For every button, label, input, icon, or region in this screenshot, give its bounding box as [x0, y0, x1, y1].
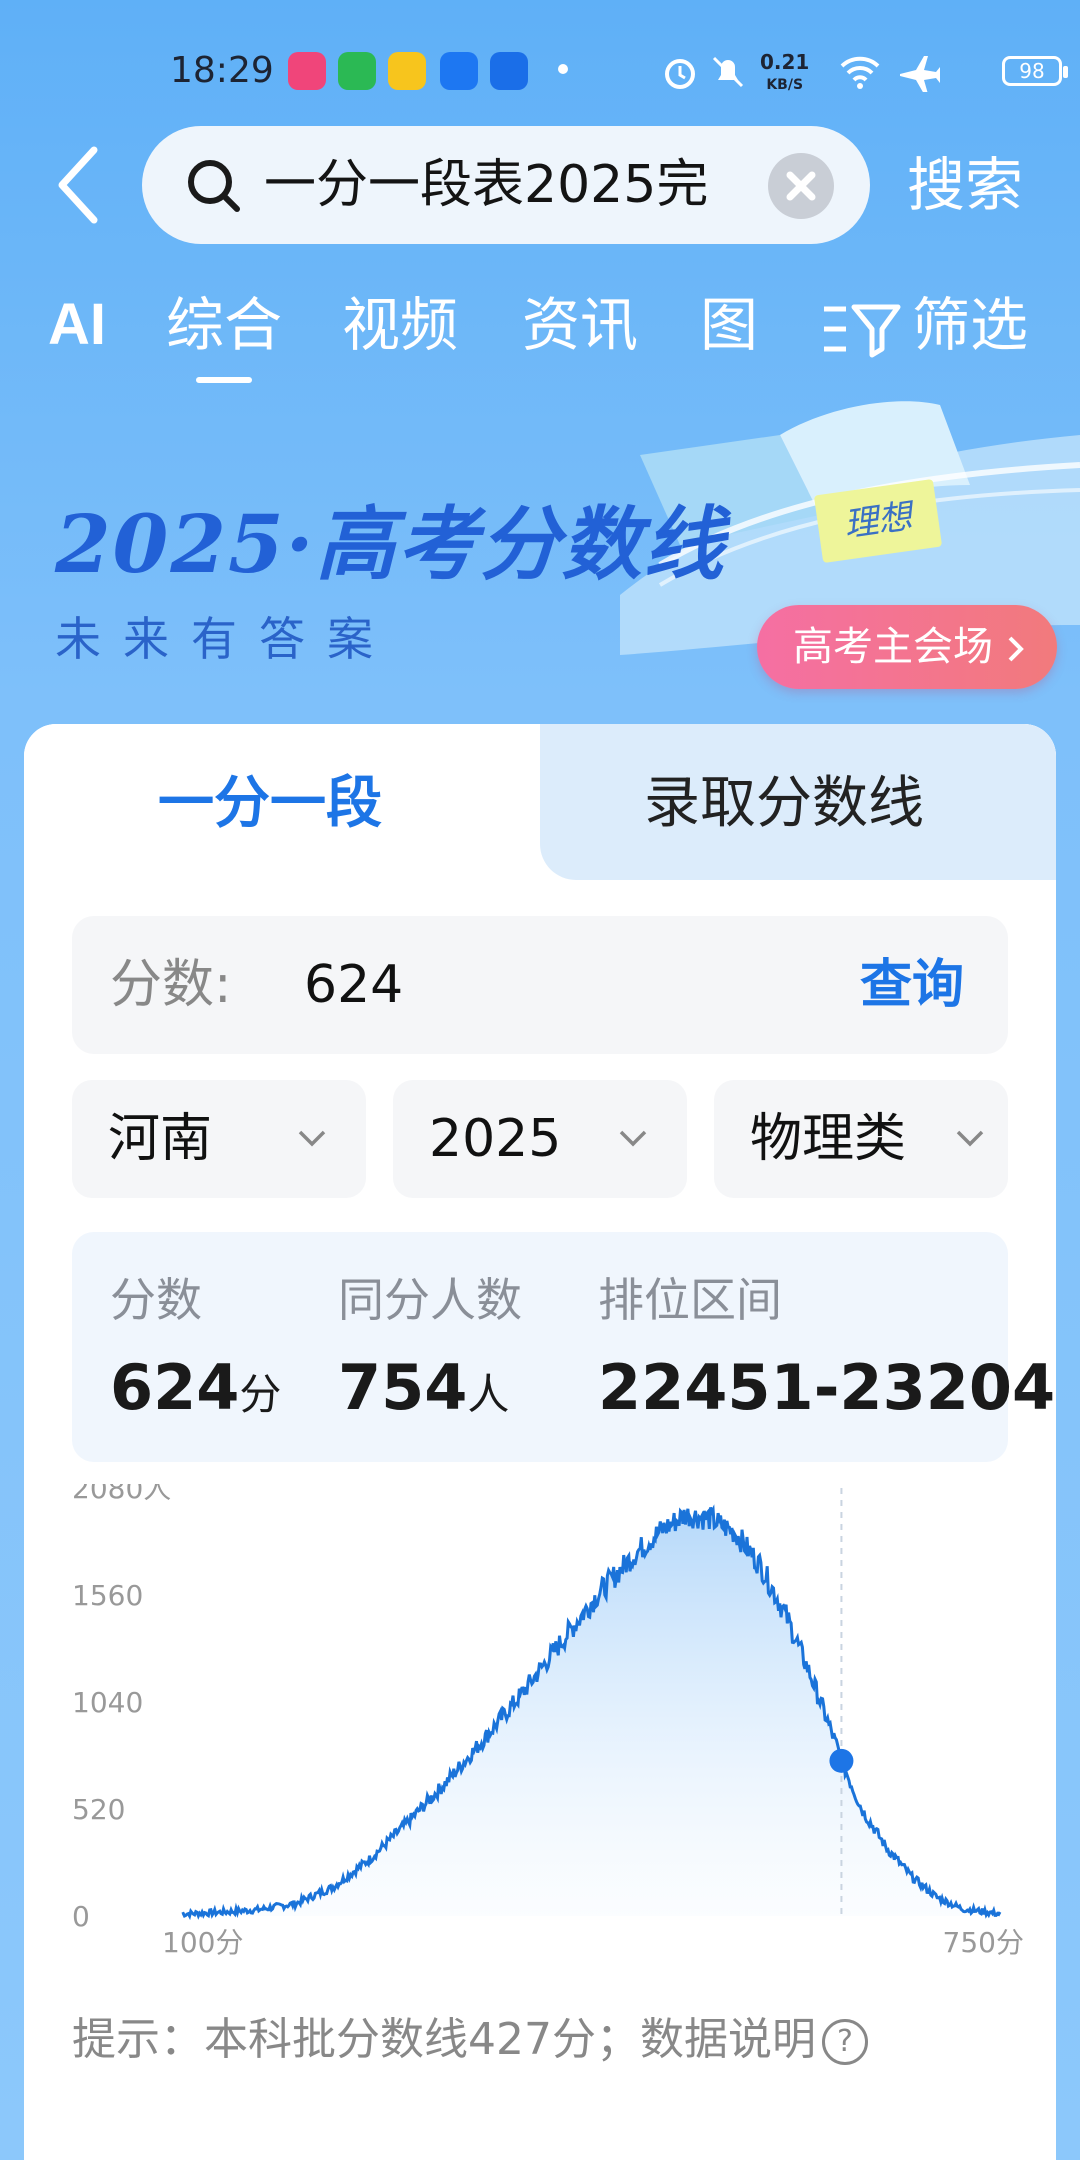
chevron-down-icon	[298, 1130, 326, 1147]
tab-images[interactable]: 图片	[700, 285, 758, 365]
y-tick-label: 1560	[72, 1579, 143, 1612]
search-bar[interactable]: 一分一段表2025完	[142, 126, 870, 244]
x-tick-label: 750分	[943, 1926, 1024, 1959]
filter-button[interactable]: 筛选	[820, 285, 1028, 365]
chevron-right-icon	[1008, 636, 1024, 662]
tab-ai[interactable]: AI	[48, 285, 106, 365]
alarm-icon	[665, 59, 695, 89]
blue-app-icon	[490, 52, 528, 90]
chevron-down-icon	[956, 1130, 984, 1147]
filter-icon	[824, 304, 901, 358]
y-tick-label: 2080人	[72, 1484, 171, 1505]
stat-same-header: 同分人数	[338, 1273, 522, 1327]
card-tabs: 一分一段 录取分数线	[24, 724, 1056, 880]
wifi-icon	[840, 56, 880, 89]
tab-news[interactable]: 资讯	[522, 285, 638, 365]
tip-text: 提示：本科批分数线427分；数据说明?	[72, 2008, 868, 2072]
gaokao-main-venue-button[interactable]: 高考主会场	[757, 605, 1057, 689]
wechat-style-green-icon	[338, 52, 376, 90]
score-rank-card: 一分一段 录取分数线 分数: 624 查询 河南 2025 物理类 分数 同分人…	[24, 724, 1056, 2160]
status-dot	[558, 64, 568, 74]
tab-comprehensive[interactable]: 综合	[166, 285, 282, 383]
status-bar: 18:29 0.21 KB/S 98	[0, 0, 1080, 120]
airplane-icon	[900, 56, 940, 92]
score-input[interactable]: 624	[304, 950, 403, 1020]
stat-rank-header: 排位区间	[598, 1273, 782, 1327]
search-tabs: AI 综合 视频 资讯 图片 筛选	[0, 285, 1080, 395]
app-icon-pink	[288, 52, 326, 90]
score-distribution-chart[interactable]: 2080人 1560 1040 520 0 100分 750分	[24, 1484, 1056, 2064]
y-tick-label: 520	[72, 1793, 125, 1826]
stat-same-value: 754人	[338, 1351, 510, 1424]
highlight-point	[829, 1748, 854, 1773]
subject-select[interactable]: 物理类	[714, 1080, 1008, 1198]
province-value: 河南	[108, 1109, 213, 1169]
gaokao-banner[interactable]: 理想 2025·高考分数线 未来有答案 高考主会场	[0, 395, 1080, 725]
tab-video[interactable]: 视频	[342, 285, 458, 365]
stat-score-value: 624分	[110, 1351, 282, 1424]
stat-rank-value: 22451-23204位	[598, 1351, 1056, 1424]
x-tick-label: 100分	[162, 1926, 243, 1959]
search-input[interactable]: 一分一段表2025完	[264, 152, 774, 218]
help-icon[interactable]: ?	[821, 2019, 868, 2065]
alipay-icon	[440, 52, 478, 90]
score-label: 分数:	[110, 955, 232, 1015]
score-stats-panel: 分数 同分人数 排位区间 624分 754人 22451-23204位	[72, 1232, 1056, 1462]
search-icon	[188, 160, 240, 212]
back-arrow-icon[interactable]	[50, 140, 110, 230]
y-tick-label: 0	[72, 1900, 90, 1933]
y-tick-label: 1040	[72, 1686, 143, 1719]
stat-score-header: 分数	[110, 1273, 202, 1327]
banner-subline: 未来有答案	[55, 612, 395, 666]
tab-admission-lines[interactable]: 录取分数线	[644, 766, 924, 842]
banner-headline: 2025·高考分数线	[55, 497, 726, 591]
mute-bell-icon	[712, 56, 744, 88]
year-select[interactable]: 2025	[393, 1080, 687, 1198]
province-select[interactable]: 河南	[72, 1080, 366, 1198]
status-time: 18:29	[170, 50, 274, 91]
clear-icon[interactable]	[768, 153, 834, 219]
distribution-area	[182, 1507, 1000, 1916]
meituan-icon	[388, 52, 426, 90]
battery-indicator: 98	[1002, 56, 1068, 86]
net-speed: 0.21 KB/S	[760, 50, 810, 93]
year-value: 2025	[429, 1109, 562, 1169]
query-button[interactable]: 查询	[860, 950, 964, 1020]
subject-value: 物理类	[750, 1109, 907, 1169]
score-query-field[interactable]: 分数: 624 查询	[72, 916, 1008, 1054]
chevron-down-icon	[619, 1130, 647, 1147]
search-button[interactable]: 搜索	[907, 145, 1023, 225]
system-icons: 0.21 KB/S 98	[660, 48, 1080, 98]
tab-score-segment[interactable]: 一分一段	[158, 766, 382, 842]
